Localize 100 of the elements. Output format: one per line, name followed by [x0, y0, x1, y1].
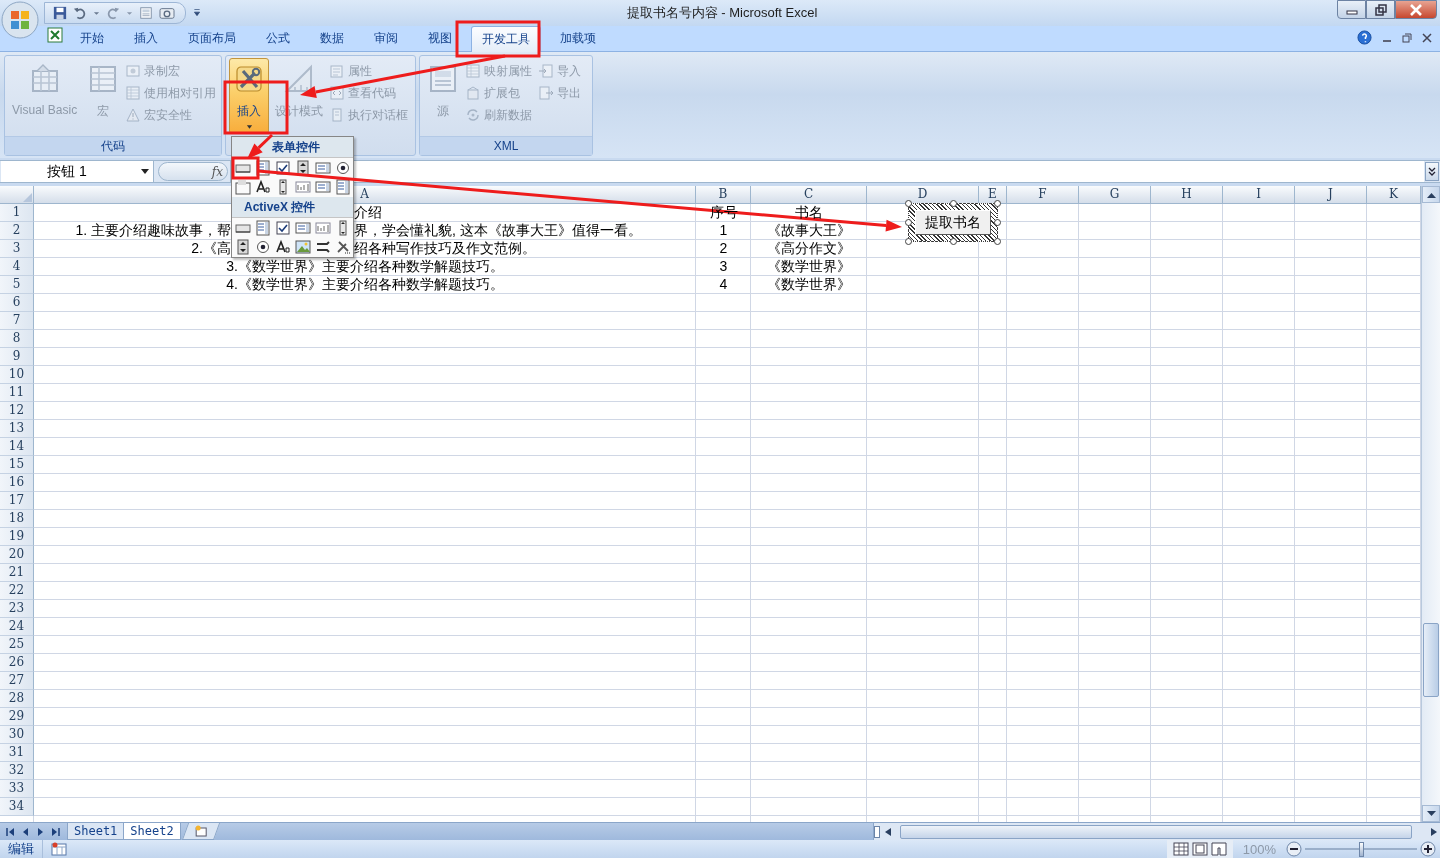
page-layout-icon[interactable] — [1191, 842, 1208, 856]
row-header[interactable]: 30 — [0, 726, 34, 744]
resize-handle[interactable] — [994, 238, 1001, 245]
column-header[interactable]: D — [867, 186, 979, 204]
column-header[interactable]: B — [696, 186, 751, 204]
restore-icon[interactable] — [1402, 32, 1412, 43]
sheet-button[interactable]: 提取书名 — [915, 210, 991, 235]
row-header[interactable]: 5 — [0, 276, 34, 294]
row-header[interactable]: 28 — [0, 690, 34, 708]
column-header[interactable]: F — [1007, 186, 1079, 204]
split-handle[interactable] — [874, 825, 880, 838]
down-arrow-icon[interactable] — [1426, 810, 1436, 817]
next-sheet-icon[interactable] — [36, 826, 45, 837]
row-header[interactable]: 18 — [0, 510, 34, 528]
ribbon-tab[interactable]: 视图 — [413, 27, 467, 49]
resize-handle[interactable] — [950, 200, 957, 207]
row-header[interactable]: 22 — [0, 582, 34, 600]
expand-button[interactable] — [1425, 162, 1439, 181]
more-tools-icon[interactable] — [335, 239, 351, 255]
resize-handle[interactable] — [950, 238, 957, 245]
ribbon-tab[interactable]: 页面布局 — [173, 27, 251, 49]
radio-icon[interactable] — [335, 160, 351, 176]
name-box[interactable]: 按钮 1 — [1, 161, 154, 182]
scroll-thumb[interactable] — [900, 824, 1412, 839]
spinner-icon[interactable] — [295, 160, 311, 176]
row-header[interactable]: 4 — [0, 258, 34, 276]
row-header[interactable]: 9 — [0, 348, 34, 366]
row-header[interactable]: 8 — [0, 330, 34, 348]
row-header[interactable]: 6 — [0, 294, 34, 312]
label-icon[interactable] — [255, 179, 271, 195]
label-icon[interactable] — [275, 239, 291, 255]
excel-icon[interactable] — [47, 27, 63, 43]
resize-handle[interactable] — [994, 219, 1001, 226]
row-header[interactable]: 21 — [0, 564, 34, 582]
row-header[interactable]: 19 — [0, 528, 34, 546]
row-header[interactable]: 12 — [0, 402, 34, 420]
ribbon-tab[interactable]: 开始 — [65, 27, 119, 49]
toggle-icon[interactable] — [315, 239, 331, 255]
column-header[interactable]: H — [1151, 186, 1223, 204]
radio-icon[interactable] — [255, 239, 271, 255]
column-header[interactable]: I — [1223, 186, 1295, 204]
row-header[interactable]: 15 — [0, 456, 34, 474]
resize-handle[interactable] — [905, 238, 912, 245]
list-box-icon[interactable] — [315, 160, 331, 176]
row-header[interactable]: 13 — [0, 420, 34, 438]
column-header[interactable]: C — [751, 186, 867, 204]
new-sheet-icon[interactable] — [193, 825, 208, 837]
last-sheet-icon[interactable] — [51, 826, 60, 837]
row-header[interactable]: 33 — [0, 780, 34, 798]
ribbon-tab[interactable]: 开发工具 — [471, 26, 541, 52]
row-header[interactable]: 16 — [0, 474, 34, 492]
ribbon-tab[interactable]: 审阅 — [359, 27, 413, 49]
help-icon[interactable] — [1357, 30, 1372, 45]
previous-sheet-icon[interactable] — [21, 826, 30, 837]
ribbon-tab[interactable]: 加载项 — [545, 27, 611, 49]
row-header[interactable]: 10 — [0, 366, 34, 384]
row-header[interactable]: 2 — [0, 222, 34, 240]
restore-icon[interactable] — [1374, 3, 1387, 16]
combo-box-icon[interactable] — [335, 179, 351, 195]
zoom-out-button[interactable] — [1286, 841, 1302, 857]
ribbon-tab[interactable]: 公式 — [251, 27, 305, 49]
close-button[interactable] — [1395, 0, 1437, 19]
ribbon-button[interactable]: 插入 — [229, 58, 269, 134]
text-field-icon[interactable] — [315, 220, 331, 236]
row-header[interactable]: 14 — [0, 438, 34, 456]
column-header[interactable]: K — [1367, 186, 1421, 204]
resize-handle[interactable] — [994, 200, 1001, 207]
row-header[interactable]: 20 — [0, 546, 34, 564]
save-icon[interactable] — [53, 6, 67, 20]
horizontal-scrollbar[interactable] — [873, 823, 1440, 840]
scroll-thumb[interactable] — [1423, 623, 1439, 697]
selection-frame[interactable]: 提取书名 — [908, 203, 998, 242]
row-header[interactable]: 29 — [0, 708, 34, 726]
row-header[interactable]: 3 — [0, 240, 34, 258]
row-header[interactable]: 1 — [0, 204, 34, 222]
close-icon[interactable] — [1422, 32, 1432, 43]
ribbon-tab[interactable]: 数据 — [305, 27, 359, 49]
resize-handle[interactable] — [905, 200, 912, 207]
row-header[interactable]: 7 — [0, 312, 34, 330]
row-header[interactable]: 27 — [0, 672, 34, 690]
text-field-icon[interactable] — [295, 179, 311, 195]
row-header[interactable]: 24 — [0, 618, 34, 636]
insert-menu[interactable]: 表单控件 ActiveX 控件 — [231, 136, 354, 258]
macro-record-icon[interactable] — [51, 842, 67, 856]
row-header[interactable]: 32 — [0, 762, 34, 780]
spinner-icon[interactable] — [235, 239, 251, 255]
row-header[interactable]: 11 — [0, 384, 34, 402]
row-header[interactable]: 31 — [0, 744, 34, 762]
sheet-tab[interactable]: Sheet1 — [67, 823, 125, 840]
vertical-scrollbar[interactable] — [1421, 186, 1440, 822]
resize-handle[interactable] — [905, 219, 912, 226]
column-header[interactable]: J — [1295, 186, 1367, 204]
row-header[interactable]: 26 — [0, 654, 34, 672]
row-header[interactable]: 25 — [0, 636, 34, 654]
row-header[interactable]: 17 — [0, 492, 34, 510]
zoom-in-button[interactable] — [1420, 841, 1436, 857]
double-caret-icon[interactable] — [1428, 166, 1436, 177]
row-header[interactable]: 34 — [0, 798, 34, 816]
camera-icon[interactable] — [159, 6, 175, 20]
normal-view-icon[interactable] — [1172, 842, 1189, 856]
